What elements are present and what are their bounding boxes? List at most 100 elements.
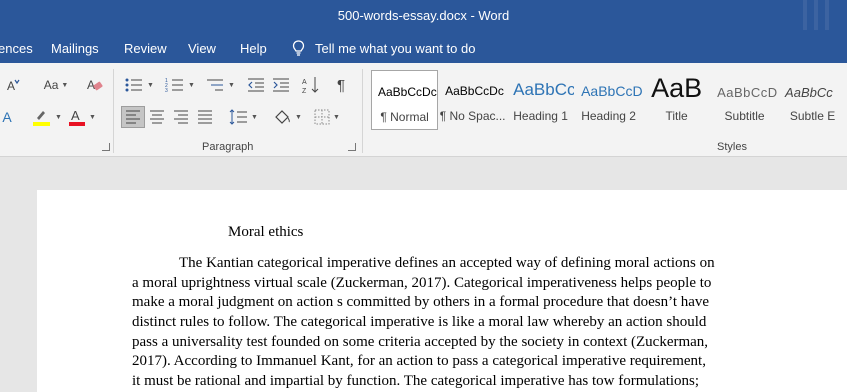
paragraph-dialog-launcher[interactable] [348, 143, 356, 151]
style-subtle-emphasis[interactable]: AaBbCc Subtle E [779, 70, 846, 130]
style-normal[interactable]: AaBbCcDc ¶ Normal [371, 70, 439, 130]
style-title[interactable]: AaB Title [643, 70, 710, 130]
bullets-button[interactable]: ▼ [121, 74, 157, 96]
text-effects-button[interactable]: A [0, 106, 14, 128]
svg-text:3: 3 [165, 88, 168, 93]
styles-gallery: AaBbCcDc ¶ Normal AaBbCcDc ¶ No Spac... … [371, 70, 847, 132]
align-center-button[interactable] [146, 106, 168, 128]
borders-button[interactable]: ▼ [310, 106, 344, 128]
text-effects-icon: A [2, 109, 12, 125]
justify-button[interactable] [194, 106, 216, 128]
bullets-icon [125, 78, 143, 92]
style-name: Subtitle [724, 109, 765, 123]
change-case-label: Aa [43, 78, 59, 92]
style-heading-2[interactable]: AaBbCcD Heading 2 [575, 70, 642, 130]
align-left-icon [126, 110, 140, 124]
title-bar: 500-words-essay.docx - Word [0, 0, 847, 34]
tab-mailings[interactable]: Mailings [51, 41, 99, 56]
increase-indent-icon [273, 78, 289, 92]
tell-me-box[interactable]: Tell me what you want to do [292, 40, 475, 56]
tab-review[interactable]: Review [124, 41, 167, 56]
shading-button[interactable]: ▼ [270, 106, 304, 128]
style-name: Title [665, 109, 688, 123]
chevron-down-icon: ▼ [295, 113, 302, 121]
line-spacing-icon [229, 109, 248, 125]
show-formatting-button[interactable]: ¶ [330, 74, 352, 96]
style-sample: AaBbCcDc [378, 85, 437, 99]
chevron-down-icon: ▼ [251, 113, 258, 121]
ribbon: A Aa ▼ A A ▼ A ▼ ▼ 123 ▼ ▼ AZ ¶ ▼ ▼ ▼ Pa… [0, 63, 847, 157]
paint-bucket-icon [275, 110, 290, 124]
paragraph-line: make a moral judgment on action s commit… [132, 294, 710, 310]
highlight-color-button[interactable]: ▼ [29, 106, 65, 128]
document-title: Moral ethics [228, 224, 304, 240]
increase-indent-button[interactable] [270, 74, 292, 96]
paragraph-line: a moral uprightness virtual scale (Zucke… [132, 275, 712, 291]
chevron-down-icon: ▼ [188, 81, 195, 89]
numbering-icon: 123 [165, 78, 184, 93]
svg-text:A: A [302, 79, 307, 86]
multilevel-list-button[interactable]: ▼ [202, 74, 238, 96]
style-sample: AaBbCcDc [445, 84, 504, 98]
titlebar-decoration [803, 0, 829, 30]
paragraph-line: it must be rational and impartial by fun… [132, 373, 700, 389]
menu-bar: ences Mailings Review View Help Tell me … [0, 34, 847, 63]
style-no-spacing[interactable]: AaBbCcDc ¶ No Spac... [439, 70, 506, 130]
tab-view[interactable]: View [188, 41, 216, 56]
paragraph-group-label: Paragraph [202, 141, 254, 153]
style-sample: AaBbCcD [717, 85, 778, 100]
document-page[interactable]: Moral ethics The Kantian categorical imp… [37, 190, 847, 392]
clear-formatting-button[interactable]: A [83, 74, 107, 96]
svg-text:A: A [71, 108, 80, 123]
shrink-font-button[interactable]: A [0, 74, 26, 96]
lightbulb-icon [292, 40, 305, 56]
align-center-icon [150, 110, 164, 124]
style-sample: AaBbCcD [581, 83, 643, 99]
svg-text:A: A [87, 78, 95, 92]
window-title: 500-words-essay.docx - Word [337, 8, 510, 23]
style-name: ¶ Normal [380, 110, 429, 124]
sort-button[interactable]: AZ [300, 74, 322, 96]
decrease-indent-icon [248, 78, 264, 92]
font-dialog-launcher[interactable] [102, 143, 110, 151]
chevron-down-icon: ▼ [61, 81, 69, 89]
decrease-indent-button[interactable] [245, 74, 267, 96]
pilcrow-icon: ¶ [336, 76, 346, 94]
tell-me-text: Tell me what you want to do [315, 40, 476, 56]
change-case-button[interactable]: Aa ▼ [38, 74, 74, 96]
style-sample: AaB [651, 73, 703, 103]
highlighter-icon [33, 111, 51, 126]
align-right-icon [174, 110, 188, 124]
style-name: Heading 1 [513, 109, 568, 123]
chevron-down-icon: ▼ [228, 81, 235, 89]
document-area: Moral ethics The Kantian categorical imp… [0, 158, 847, 392]
paragraph-line: distinct rules to follow. The categorica… [132, 314, 707, 330]
paragraph-line: pass a universality test founded on some… [132, 334, 709, 350]
line-spacing-button[interactable]: ▼ [226, 106, 260, 128]
sort-icon: AZ [302, 77, 319, 94]
font-color-button[interactable]: A ▼ [66, 106, 98, 128]
justify-icon [198, 110, 212, 124]
chevron-down-icon: ▼ [89, 113, 96, 121]
chevron-down-icon: ▼ [333, 113, 340, 121]
paragraph-line: 2017). According to Immanuel Kant, for a… [132, 353, 706, 369]
chevron-down-icon: ▼ [55, 113, 62, 121]
svg-text:A: A [7, 79, 15, 93]
style-name: Heading 2 [581, 109, 636, 123]
align-left-button[interactable] [121, 106, 145, 128]
style-subtitle[interactable]: AaBbCcD Subtitle [711, 70, 778, 130]
style-sample: AaBbCc [513, 80, 575, 99]
style-heading-1[interactable]: AaBbCc Heading 1 [507, 70, 574, 130]
tab-references[interactable]: ences [0, 41, 33, 56]
paragraph-line: The Kantian categorical imperative defin… [179, 255, 715, 271]
svg-text:Z: Z [302, 88, 307, 94]
font-color-icon: A [69, 108, 86, 126]
borders-icon [314, 109, 330, 125]
numbering-button[interactable]: 123 ▼ [162, 74, 198, 96]
group-separator [113, 69, 114, 153]
style-name: Subtle E [789, 109, 836, 123]
align-right-button[interactable] [170, 106, 192, 128]
multilevel-list-icon [207, 79, 224, 91]
tab-help[interactable]: Help [240, 41, 267, 56]
group-separator [362, 69, 363, 153]
